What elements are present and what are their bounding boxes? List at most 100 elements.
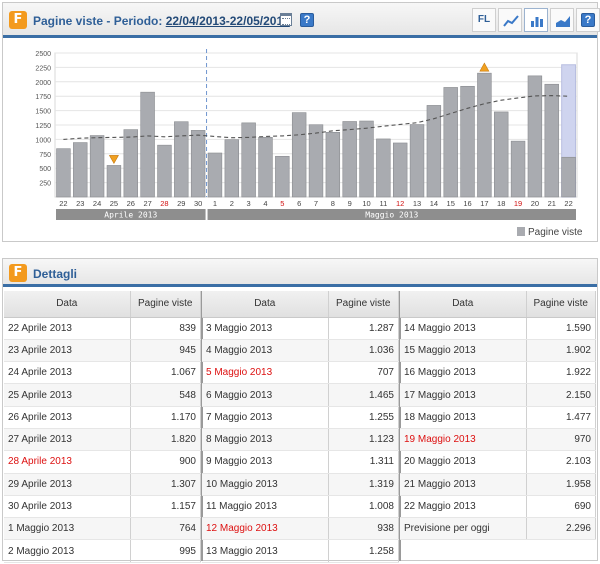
bar: [291, 112, 307, 198]
bar: [460, 85, 475, 198]
help-icon[interactable]: ?: [300, 13, 314, 27]
bar: [359, 120, 374, 198]
row-value: 2.103: [526, 450, 596, 474]
table-row: 4 Maggio 2013 1.036: [202, 339, 399, 363]
row-value: 2.296: [526, 517, 596, 541]
bar: [56, 148, 71, 198]
x-tick-label: 11: [379, 199, 387, 208]
row-date: 12 Maggio 2013: [202, 517, 329, 541]
row-date: 18 Maggio 2013: [400, 406, 527, 429]
month-group-label: Aprile 2013: [104, 211, 157, 220]
bar: [409, 124, 425, 198]
table-row: 21 Maggio 2013 1.958: [400, 473, 596, 496]
row-value: 900: [130, 450, 201, 474]
y-tick-label: 1500: [35, 109, 51, 116]
pageviews-chart: 250 500 750 1000 1250 1500 1750 2000 2250 2500 22 2…: [3, 41, 597, 241]
row-date: 11 Maggio 2013: [202, 495, 329, 519]
bar: [376, 138, 391, 198]
row-value: 1.123: [328, 428, 399, 452]
area-chart-button[interactable]: [550, 8, 574, 32]
table-row: 18 Maggio 2013 1.477: [400, 406, 596, 429]
app-logo-icon: F: [9, 11, 27, 29]
x-tick-label: 1: [213, 199, 217, 208]
y-tick-label: 1250: [35, 123, 51, 130]
y-tick-label: 2250: [35, 65, 51, 72]
period-link[interactable]: 22/04/2013-22/05/2013: [166, 14, 290, 28]
details-panel: F Dettagli Data Pagine viste 22 Aprile 2…: [2, 258, 598, 563]
month-group-label: Maggio 2013: [365, 211, 418, 220]
legend-label: Pagine viste: [528, 227, 583, 238]
bar-chart-button[interactable]: [524, 8, 548, 32]
row-date: 25 Aprile 2013: [4, 383, 131, 407]
table-row: 19 Maggio 2013 970: [400, 428, 596, 452]
table-row: 15 Maggio 2013 1.902: [400, 339, 596, 363]
details-table-1: Data Pagine viste 22 Aprile 2013 839 23 Ap…: [4, 291, 201, 563]
row-value: 1.258: [328, 539, 399, 563]
bar: [477, 72, 492, 198]
row-date: 2 Maggio 2013: [4, 539, 131, 563]
row-value: 995: [130, 539, 201, 563]
x-tick-label: 24: [93, 199, 101, 208]
chart-help-button[interactable]: ?: [576, 8, 600, 32]
bar: [527, 75, 543, 198]
bar: [190, 130, 206, 198]
row-value: 839: [130, 317, 201, 340]
bar: [89, 135, 105, 198]
row-value: 2.150: [526, 383, 596, 407]
row-date: 9 Maggio 2013: [202, 450, 329, 474]
page-title: Pagine viste - Periodo: 22/04/2013-22/05…: [33, 14, 290, 28]
title-prefix: Pagine viste - Periodo:: [33, 14, 166, 28]
row-value: 1.902: [526, 339, 596, 363]
col-header-date: Data: [4, 291, 131, 318]
row-date: 3 Maggio 2013: [202, 317, 329, 340]
x-tick-label: 28: [160, 199, 168, 208]
fl-button[interactable]: FL: [472, 8, 496, 32]
x-tick-label: 12: [396, 199, 404, 208]
bar: [494, 111, 509, 198]
bar: [224, 139, 240, 198]
row-date: 22 Aprile 2013: [4, 317, 131, 340]
details-table-3: Data Pagine viste 14 Maggio 2013 1.590 15 …: [400, 291, 596, 541]
y-tick-label: 2000: [35, 80, 51, 87]
row-value: 938: [328, 517, 399, 541]
row-date: 15 Maggio 2013: [400, 339, 527, 363]
table-row: 20 Maggio 2013 2.103: [400, 450, 596, 474]
table-row: 1 Maggio 2013 764: [4, 517, 201, 541]
table-row: 3 Maggio 2013 1.287: [202, 317, 399, 340]
bar: [73, 142, 88, 198]
table-row: 25 Aprile 2013 548: [4, 383, 201, 407]
x-tick-label: 5: [280, 199, 284, 208]
pageviews-panel: F Pagine viste - Periodo: 22/04/2013-22/…: [2, 2, 600, 242]
table-row: 16 Maggio 2013 1.922: [400, 361, 596, 385]
calendar-icon[interactable]: [280, 13, 292, 26]
row-value: 945: [130, 339, 201, 363]
table-row: 22 Maggio 2013 690: [400, 495, 596, 519]
row-value: 1.311: [328, 450, 399, 474]
y-tick-label: 1000: [35, 137, 51, 144]
table-row: 27 Aprile 2013 1.820: [4, 428, 201, 452]
col-header-value: Pagine viste: [130, 291, 201, 318]
x-tick-label: 15: [447, 199, 455, 208]
row-value: 1.036: [328, 339, 399, 363]
row-date: 20 Maggio 2013: [400, 450, 527, 474]
row-date: 10 Maggio 2013: [202, 473, 329, 496]
row-value: 764: [130, 517, 201, 541]
line-chart-button[interactable]: [498, 8, 522, 32]
row-date: 21 Maggio 2013: [400, 473, 527, 496]
row-value: 1.008: [328, 495, 399, 519]
row-value: 1.820: [130, 428, 201, 452]
row-date: 16 Maggio 2013: [400, 361, 527, 385]
table-row: 8 Maggio 2013 1.123: [202, 428, 399, 452]
x-tick-label: 22: [564, 199, 572, 208]
x-tick-label: 23: [76, 199, 84, 208]
row-value: 690: [526, 495, 596, 519]
row-value: 1.067: [130, 361, 201, 385]
col-header-value: Pagine viste: [526, 291, 596, 318]
row-value: 548: [130, 383, 201, 407]
table-row: 10 Maggio 2013 1.319: [202, 473, 399, 496]
bar: [123, 129, 138, 198]
x-tick-label: 30: [194, 199, 202, 208]
table-row: 28 Aprile 2013 900: [4, 450, 201, 474]
row-date: 27 Aprile 2013: [4, 428, 131, 452]
y-tick-label: 500: [39, 166, 51, 173]
